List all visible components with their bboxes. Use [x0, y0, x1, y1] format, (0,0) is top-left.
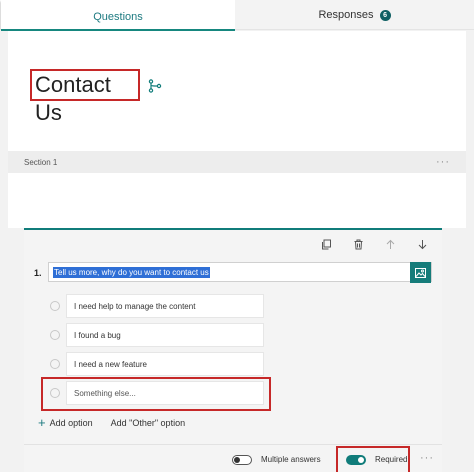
add-option-row: + Add option Add "Other" option	[38, 415, 185, 430]
tab-responses[interactable]: Responses 6	[235, 0, 474, 30]
option-row: I need a new feature	[24, 352, 284, 376]
move-down-icon[interactable]	[416, 238, 428, 250]
add-option-button[interactable]: + Add option	[38, 415, 93, 430]
multiple-answers-toggle[interactable]	[232, 455, 252, 465]
option-radio	[50, 359, 60, 369]
option-radio	[50, 330, 60, 340]
add-option-label: Add option	[49, 418, 93, 428]
tab-questions[interactable]: Questions	[0, 0, 235, 31]
add-other-option-button[interactable]: Add "Other" option	[111, 418, 185, 428]
question-number: 1.	[34, 268, 42, 278]
option-row: I found a bug	[24, 323, 284, 347]
multiple-answers-label: Multiple answers	[261, 455, 321, 464]
copy-icon[interactable]	[320, 238, 332, 250]
insert-image-button[interactable]	[410, 262, 431, 283]
tab-bar: Questions Responses 6	[0, 0, 474, 31]
option-radio	[50, 301, 60, 311]
question-toolbar	[320, 238, 428, 250]
form-title[interactable]: Contact Us	[30, 69, 140, 125]
question-title-text: Tell us more, why do you want to contact…	[53, 266, 210, 278]
question-more-icon[interactable]: ···	[420, 452, 434, 464]
option-input[interactable]: I need a new feature	[66, 352, 264, 376]
new-option-highlight	[41, 377, 271, 411]
branching-icon[interactable]	[148, 79, 162, 93]
section-more-icon[interactable]: ···	[436, 156, 450, 168]
question-footer: Multiple answers Required ···	[24, 444, 442, 472]
section-body	[8, 173, 466, 228]
image-icon	[415, 267, 426, 278]
responses-count-badge: 6	[379, 9, 391, 21]
move-up-icon[interactable]	[384, 238, 396, 250]
option-row: I need help to manage the content	[24, 294, 284, 318]
required-highlight	[336, 446, 410, 472]
plus-icon: +	[38, 415, 46, 430]
section-header: Section 1 ···	[8, 151, 466, 173]
form-title-area: Contact Us	[8, 31, 466, 151]
delete-icon[interactable]	[352, 238, 364, 250]
tab-responses-label: Responses	[318, 9, 374, 21]
option-input[interactable]: I need help to manage the content	[66, 294, 264, 318]
tab-questions-label: Questions	[93, 10, 143, 23]
option-input[interactable]: I found a bug	[66, 323, 264, 347]
question-card: 1. Tell us more, why do you want to cont…	[24, 228, 442, 472]
section-label: Section 1	[24, 157, 58, 167]
question-title-input[interactable]: Tell us more, why do you want to contact…	[48, 262, 432, 283]
